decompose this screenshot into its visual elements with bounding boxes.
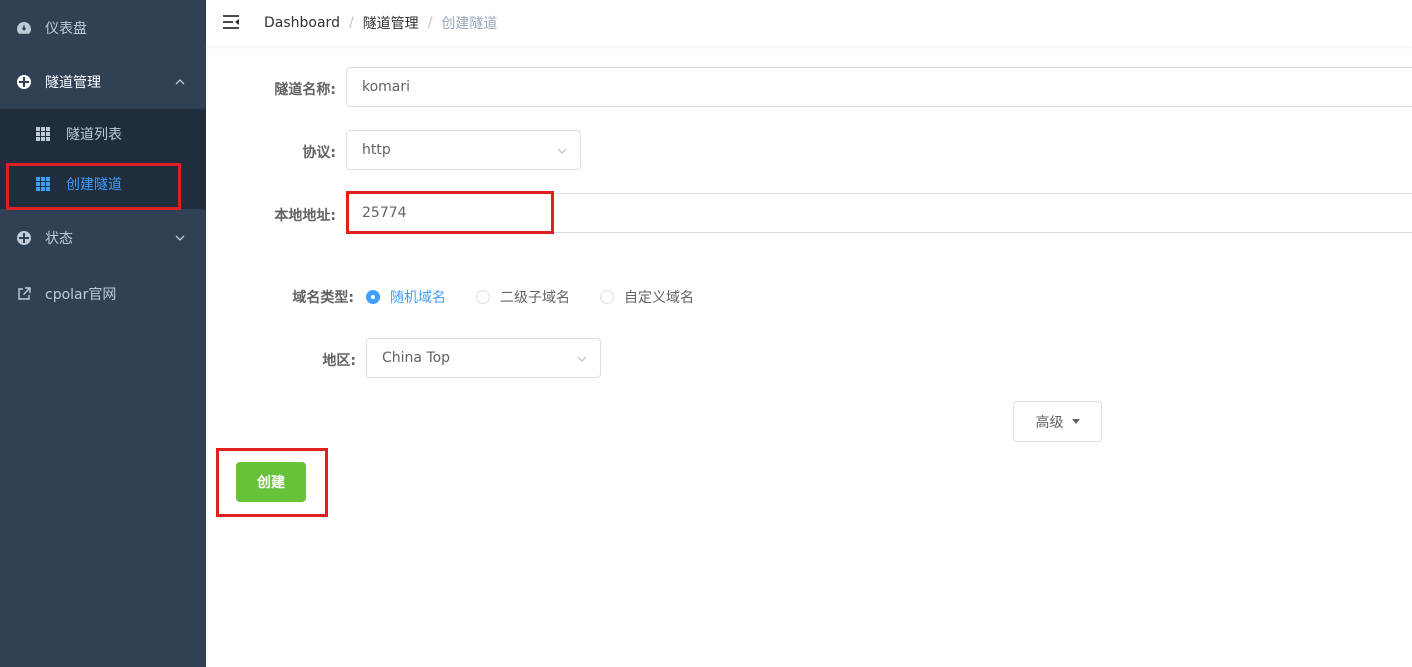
sidebar-item-tunnel-management[interactable]: 隧道管理: [0, 54, 206, 110]
sidebar-item-label: 状态: [45, 231, 73, 247]
highlight-box-create-button: [216, 448, 328, 517]
chevron-down-icon: [557, 148, 567, 154]
radio-dot: [366, 290, 380, 304]
top-navbar: Dashboard / 隧道管理 / 创建隧道: [206, 0, 1412, 46]
status-icon: [17, 231, 31, 245]
sidebar-item-cpolar-website[interactable]: cpolar官网: [0, 266, 206, 322]
radio-label: 随机域名: [390, 290, 446, 306]
radio-label: 二级子域名: [500, 290, 570, 306]
chevron-up-icon: [175, 79, 185, 85]
breadcrumb-create-tunnel: 创建隧道: [441, 16, 498, 32]
sidebar-item-label: 隧道列表: [66, 127, 122, 143]
region-select[interactable]: China Top: [366, 338, 601, 378]
advanced-button[interactable]: 高级: [1013, 401, 1102, 442]
sidebar-item-tunnel-list[interactable]: 隧道列表: [0, 109, 206, 159]
region-label: 地区:: [322, 353, 356, 369]
sidebar: 仪表盘 隧道管理 隧道列表 创建隧道 状态 cpolar官网: [0, 0, 206, 667]
breadcrumb-dashboard[interactable]: Dashboard: [264, 15, 340, 31]
highlight-box-local-address: [346, 191, 554, 234]
radio-dot: [600, 290, 614, 304]
tunnel-icon: [17, 75, 31, 89]
sidebar-item-label: 仪表盘: [45, 21, 87, 37]
external-link-icon: [18, 287, 31, 300]
tunnel-name-value: komari: [362, 79, 411, 95]
dashboard-icon: [17, 22, 31, 34]
breadcrumb: Dashboard / 隧道管理 / 创建隧道: [264, 13, 497, 33]
hamburger-icon[interactable]: [222, 13, 240, 31]
radio-label: 自定义域名: [624, 290, 694, 306]
protocol-select[interactable]: http: [346, 130, 581, 170]
domain-type-label: 域名类型:: [292, 290, 354, 306]
sidebar-item-label: 隧道管理: [45, 75, 101, 91]
caret-down-icon: [1071, 419, 1080, 424]
tunnel-name-label: 隧道名称:: [274, 82, 336, 98]
breadcrumb-tunnel-management[interactable]: 隧道管理: [363, 13, 419, 33]
chevron-down-icon: [577, 356, 587, 362]
protocol-value: http: [362, 142, 391, 158]
protocol-label: 协议:: [302, 145, 336, 161]
radio-custom-domain[interactable]: 自定义域名: [600, 287, 694, 307]
sidebar-item-label: cpolar官网: [45, 287, 117, 303]
highlight-box-create-tunnel: [6, 163, 181, 210]
radio-subdomain[interactable]: 二级子域名: [476, 287, 570, 307]
breadcrumb-separator: /: [348, 15, 354, 31]
breadcrumb-separator: /: [427, 15, 433, 31]
sidebar-item-dashboard[interactable]: 仪表盘: [0, 0, 206, 56]
region-value: China Top: [382, 350, 451, 366]
tunnel-name-input[interactable]: komari: [346, 67, 1412, 107]
sidebar-item-status[interactable]: 状态: [0, 210, 206, 266]
chevron-down-icon: [175, 235, 185, 241]
radio-dot: [476, 290, 490, 304]
local-address-label: 本地地址:: [274, 208, 336, 224]
radio-random-domain[interactable]: 随机域名: [366, 287, 446, 307]
grid-icon: [36, 127, 50, 141]
advanced-label: 高级: [1035, 414, 1064, 431]
